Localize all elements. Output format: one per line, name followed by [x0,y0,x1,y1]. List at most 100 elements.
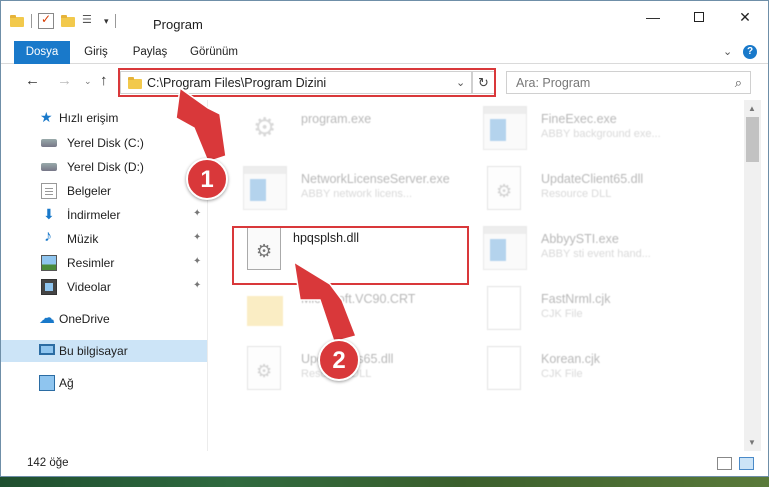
ribbon-tabs: Dosya Giriş Paylaş Görünüm ⌄ ? [1,41,768,64]
sidebar-item-onedrive[interactable]: OneDrive [1,308,207,330]
file-description: ABBY background exe... [541,128,661,140]
scroll-up-icon[interactable]: ▲ [748,104,756,113]
sidebar-item-this-pc[interactable]: Bu bilgisayar [1,340,207,362]
file-name: NetworkLicenseServer.exe [301,172,450,186]
network-icon [39,375,55,391]
navigation-pane: Hızlı erişim Yerel Disk (C:) Yerel Disk … [1,100,211,451]
sidebar-item-network[interactable]: Ağ [1,372,207,394]
sidebar-item-downloads[interactable]: İndirmeler ✦ [1,204,207,226]
pin-icon[interactable]: ✦ [193,256,201,267]
file-name: FineExec.exe [541,112,617,126]
document-file-icon [487,286,521,330]
sidebar-item-label: Ağ [59,376,74,390]
desktop-background [0,477,769,487]
exe-file-icon [243,106,287,150]
toolbar-separator [114,14,116,28]
maximize-button[interactable] [676,1,722,33]
expand-ribbon-icon[interactable]: ⌄ [723,45,732,58]
large-icons-view-icon[interactable] [739,457,754,470]
music-icon [41,228,57,247]
close-icon: ✕ [739,8,751,25]
up-button[interactable]: ↑ [100,72,108,89]
sidebar-item-label: Yerel Disk (D:) [67,160,144,174]
sidebar-item-label: Belgeler [67,184,112,198]
maximize-icon [694,12,704,22]
sidebar-item-local-disk-c[interactable]: Yerel Disk (C:) [1,132,207,154]
tab-file[interactable]: Dosya [14,41,70,64]
minimize-button[interactable]: — [630,1,676,33]
sidebar-item-label: Resimler [67,256,115,270]
pin-icon[interactable]: ✦ [193,208,201,219]
sidebar-item-local-disk-d[interactable]: Yerel Disk (D:) [1,156,207,178]
file-description: ABBY sti event hand... [541,248,651,260]
file-item[interactable]: UpdateClient65.dll Resource DLL [461,160,701,220]
exe-file-icon [243,166,287,210]
file-item[interactable]: FastNrml.cjk CJK File [461,280,701,340]
file-description: CJK File [541,308,583,320]
forward-button[interactable]: → [57,72,72,89]
recent-locations-button[interactable]: ⌄ [84,76,92,87]
chevron-down-icon[interactable]: ▾ [104,16,109,27]
disk-icon [41,139,57,147]
file-highlight [232,226,469,285]
file-name: FastNrml.cjk [541,292,611,306]
tab-home[interactable]: Giriş [81,41,111,64]
pane-divider[interactable] [207,100,208,451]
file-name: Korean.cjk [541,352,601,366]
scrollbar-thumb[interactable] [746,117,759,162]
vertical-scrollbar[interactable]: ▲ ▼ [744,100,761,451]
properties-icon[interactable] [38,12,54,29]
videos-icon [41,279,57,295]
status-bar: 142 öğe [1,451,768,476]
file-description: ABBY network licens... [301,188,413,200]
close-button[interactable]: ✕ [722,1,768,33]
file-item[interactable]: AbbyySTI.exe ABBY sti event hand... [461,220,701,280]
disk-icon [41,163,57,171]
tab-view[interactable]: Görünüm [189,41,239,64]
callout-badge-2: 2 [318,339,360,381]
help-icon[interactable]: ? [743,45,757,59]
file-name: program.exe [301,112,372,126]
folder-icon [9,13,25,29]
back-button[interactable]: ← [25,72,40,89]
exe-file-icon [483,106,527,150]
search-input[interactable]: Ara: Program [516,76,590,90]
file-item[interactable]: Korean.cjk CJK File [461,340,701,400]
folder-icon [243,286,287,330]
sidebar-item-pictures[interactable]: Resimler ✦ [1,252,207,274]
sidebar-item-documents[interactable]: Belgeler [1,180,207,202]
pictures-icon [41,255,57,271]
new-folder-icon[interactable] [60,13,76,29]
file-name: Microsoft.VC90.CRT [301,292,416,306]
address-bar-highlight [118,68,496,97]
dll-file-icon [247,346,281,390]
search-box[interactable]: Ara: Program ⌕ [506,71,751,94]
document-file-icon [487,346,521,390]
customize-toolbar-icon[interactable]: ☰ [82,13,98,29]
file-item[interactable]: NetworkLicenseServer.exe ABBY network li… [221,160,461,220]
dll-file-icon [487,166,521,210]
toolbar-separator [31,14,32,28]
file-item[interactable]: program.exe [221,100,461,160]
tab-share[interactable]: Paylaş [131,41,169,64]
sidebar-item-label: Bu bilgisayar [59,344,128,358]
search-icon[interactable]: ⌕ [735,75,742,91]
window-title: Program [153,17,203,32]
sidebar-item-music[interactable]: Müzik ✦ [1,228,207,250]
pin-icon[interactable]: ✦ [193,280,201,291]
computer-icon [39,344,55,355]
title-bar[interactable]: ☰ ▾ Program — ✕ [1,1,768,41]
file-item[interactable]: Microsoft.VC90.CRT [221,280,461,340]
details-view-icon[interactable] [717,457,732,470]
file-name: UpdateClient65.dll [541,172,644,186]
pin-icon[interactable]: ✦ [193,232,201,243]
star-icon [39,109,55,126]
downloads-icon [41,206,57,223]
sidebar-item-videos[interactable]: Videolar ✦ [1,276,207,298]
quick-access-toolbar: ☰ ▾ [9,12,116,29]
item-count: 142 öğe [27,457,69,469]
sidebar-item-quick-access[interactable]: Hızlı erişim [1,107,207,129]
file-item[interactable]: FineExec.exe ABBY background exe... [461,100,701,160]
documents-icon [41,183,57,199]
scroll-down-icon[interactable]: ▼ [748,438,756,447]
